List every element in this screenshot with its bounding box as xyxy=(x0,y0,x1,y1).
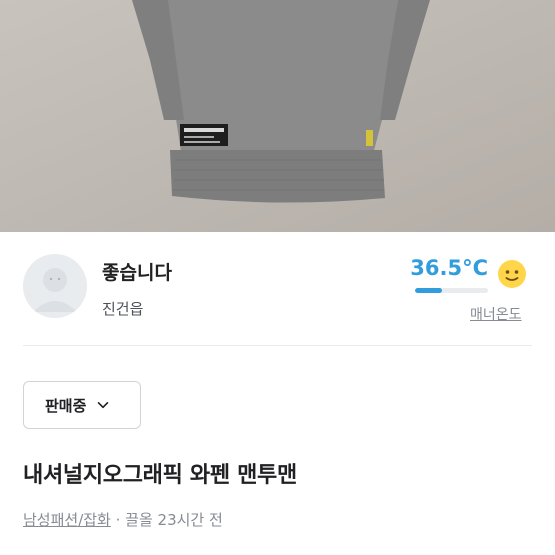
manner-temperature-value: 36.5°C xyxy=(410,256,488,280)
divider xyxy=(23,345,532,346)
category-link[interactable]: 남성패션/잡화 xyxy=(23,511,111,529)
post-meta: 남성패션/잡화 · 끌올 23시간 전 xyxy=(23,509,223,530)
sale-status-label: 판매중 xyxy=(45,396,87,415)
default-profile-icon xyxy=(23,254,87,318)
manner-temperature-fill xyxy=(415,288,442,293)
post-title: 내셔널지오그래픽 와펜 맨투맨 xyxy=(23,463,297,488)
smiley-face-icon xyxy=(498,260,526,288)
sweatshirt-image xyxy=(0,0,555,232)
manner-temperature-link[interactable]: 매너온도 xyxy=(470,304,522,324)
chevron-down-icon xyxy=(98,402,109,409)
post-time: 끌올 23시간 전 xyxy=(125,511,223,529)
seller-profile[interactable]: 좋습니다 진건읍 36.5°C 매너온도 xyxy=(0,232,555,342)
seller-region: 진건읍 xyxy=(102,300,144,318)
seller-nickname[interactable]: 좋습니다 xyxy=(102,258,172,285)
manner-temperature-bar xyxy=(415,288,488,293)
avatar[interactable] xyxy=(23,254,87,318)
meta-separator: · xyxy=(110,511,126,529)
product-photo[interactable] xyxy=(0,0,555,232)
sale-status-dropdown[interactable]: 판매중 xyxy=(23,381,141,429)
